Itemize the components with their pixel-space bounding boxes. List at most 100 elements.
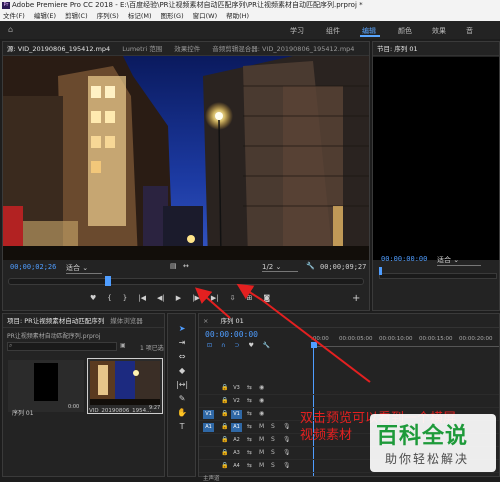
program-playhead[interactable] xyxy=(379,267,382,275)
sync-lock-icon[interactable]: ⇆ xyxy=(247,384,252,391)
tab-media-browser[interactable]: 媒体浏览器 xyxy=(110,314,143,327)
home-icon[interactable]: ⌂ xyxy=(8,25,13,34)
tab-lumetri-scopes[interactable]: Lumetri 范围 xyxy=(122,42,162,55)
track-label[interactable]: A1 xyxy=(231,423,242,432)
workspace-assembly[interactable]: 组件 xyxy=(326,26,340,36)
menu-marker[interactable]: 标记(M) xyxy=(128,11,152,21)
mark-in-icon[interactable]: { xyxy=(107,294,111,306)
go-to-in-icon[interactable]: |◀ xyxy=(138,294,146,306)
tab-program[interactable]: 节目: 序列 01 xyxy=(377,42,418,55)
program-timecode[interactable]: 00:00:00:00 xyxy=(381,255,427,263)
sync-lock-icon[interactable]: ⇆ xyxy=(247,423,252,430)
insert-icon[interactable]: ⇩ xyxy=(230,294,236,306)
program-video-frame[interactable] xyxy=(373,57,499,260)
track-row-v2[interactable]: 🔒 V2 ⇆ ◉ xyxy=(199,395,499,408)
source-timecode-in[interactable]: 00;00;02;26 xyxy=(10,263,56,271)
workspace-learn[interactable]: 学习 xyxy=(290,26,304,36)
menu-edit[interactable]: 编辑(E) xyxy=(34,11,56,21)
lock-icon[interactable]: 🔒 xyxy=(221,384,228,391)
solo-icon[interactable]: S xyxy=(271,436,275,443)
track-source-patch[interactable] xyxy=(203,436,214,445)
selection-tool-icon[interactable]: ➤ xyxy=(179,324,186,333)
track-label[interactable]: V1 xyxy=(231,410,242,419)
solo-icon[interactable]: S xyxy=(271,423,275,430)
project-item-clip[interactable]: 9:27 xyxy=(87,358,163,414)
microphone-icon[interactable]: 🎙 xyxy=(283,449,291,456)
timeline-playhead-handle[interactable] xyxy=(311,342,317,348)
ripple-edit-tool-icon[interactable]: ⇔ xyxy=(179,352,186,361)
workspace-color[interactable]: 颜色 xyxy=(398,26,412,36)
tab-sequence[interactable]: 序列 01 xyxy=(220,314,243,327)
solo-icon[interactable]: S xyxy=(271,462,275,469)
menu-window[interactable]: 窗口(W) xyxy=(193,11,218,21)
lock-icon[interactable]: 🔒 xyxy=(221,436,228,443)
solo-icon[interactable]: S xyxy=(271,449,275,456)
menu-clip[interactable]: 剪辑(C) xyxy=(65,11,88,21)
program-scrollbar[interactable] xyxy=(379,273,497,279)
wrench-icon[interactable]: 🔧 xyxy=(306,262,315,270)
eye-icon[interactable]: ◉ xyxy=(259,410,264,417)
microphone-icon[interactable]: 🎙 xyxy=(283,423,291,430)
microphone-icon[interactable]: 🎙 xyxy=(283,436,291,443)
add-marker-icon[interactable]: ♥ xyxy=(248,342,253,349)
source-fit-dropdown[interactable]: 适合 ⌄ xyxy=(66,263,102,274)
source-resolution-dropdown[interactable]: 1/2 ⌄ xyxy=(262,263,298,272)
sync-lock-icon[interactable]: ⇆ xyxy=(247,462,252,469)
timeline-ruler[interactable]: :00:00 00:00:05:00 00:00:10:00 00:00:15:… xyxy=(311,328,499,352)
mute-icon[interactable]: M xyxy=(259,449,264,456)
settings-icon[interactable]: ▤ xyxy=(170,262,177,270)
track-row-v3[interactable]: 🔒 V3 ⇆ ◉ xyxy=(199,382,499,395)
track-source-patch[interactable] xyxy=(203,397,214,406)
tab-source[interactable]: 源: VID_20190806_195412.mp4 xyxy=(7,42,110,55)
eye-icon[interactable]: ◉ xyxy=(259,397,264,404)
type-tool-icon[interactable]: T xyxy=(180,422,185,431)
track-source-patch[interactable] xyxy=(203,449,214,458)
pen-tool-icon[interactable]: ✎ xyxy=(179,394,186,403)
bin-icon[interactable]: ▣ xyxy=(120,342,126,349)
snap-icon[interactable]: ∩ xyxy=(221,342,225,349)
workspace-audio[interactable]: 音 xyxy=(466,26,473,36)
nest-icon[interactable]: ⊡ xyxy=(207,342,212,349)
source-zoom-scrollbar[interactable] xyxy=(8,278,364,285)
track-label[interactable]: V2 xyxy=(231,397,242,406)
eye-icon[interactable]: ◉ xyxy=(259,384,264,391)
tab-project[interactable]: 项目: PR让视频素材自动匹配序列 xyxy=(7,314,104,327)
step-back-icon[interactable]: ◀| xyxy=(157,294,165,306)
lock-icon[interactable]: 🔒 xyxy=(221,410,228,417)
step-forward-icon[interactable]: |▶ xyxy=(192,294,200,306)
mute-icon[interactable]: M xyxy=(259,436,264,443)
razor-tool-icon[interactable]: ◆ xyxy=(179,366,185,375)
project-item-sequence[interactable]: 0:00 xyxy=(8,360,84,412)
sync-lock-icon[interactable]: ⇆ xyxy=(247,397,252,404)
track-select-tool-icon[interactable]: ⇥ xyxy=(179,338,186,347)
menu-graphics[interactable]: 图形(G) xyxy=(161,11,184,21)
wrench-icon[interactable]: 🔧 xyxy=(263,342,270,349)
export-frame-icon[interactable]: ◙ xyxy=(263,294,270,306)
menu-file[interactable]: 文件(F) xyxy=(3,11,25,21)
tab-audio-clip-mixer[interactable]: 音频剪辑混合器: VID_20190806_195412.mp4 xyxy=(212,42,354,55)
track-source-patch[interactable]: V1 xyxy=(203,410,214,419)
track-source-patch[interactable] xyxy=(203,462,214,471)
track-label[interactable]: A2 xyxy=(231,436,242,445)
lock-icon[interactable]: 🔒 xyxy=(221,397,228,404)
sync-lock-icon[interactable]: ⇆ xyxy=(247,410,252,417)
workspace-effects[interactable]: 效果 xyxy=(432,26,446,36)
track-label[interactable]: A3 xyxy=(231,449,242,458)
slip-tool-icon[interactable]: |↔| xyxy=(176,380,188,389)
source-video-frame[interactable] xyxy=(3,56,369,260)
lock-icon[interactable]: 🔒 xyxy=(221,423,228,430)
sync-lock-icon[interactable]: ⇆ xyxy=(247,449,252,456)
project-search-input[interactable]: ⌕ xyxy=(7,342,117,351)
drag-icon[interactable]: ↔ xyxy=(183,262,189,270)
menu-sequence[interactable]: 序列(S) xyxy=(97,11,119,21)
timeline-close-icon[interactable]: × xyxy=(203,314,208,327)
lock-icon[interactable]: 🔒 xyxy=(221,449,228,456)
mute-icon[interactable]: M xyxy=(259,462,264,469)
linked-selection-icon[interactable]: ⊃ xyxy=(234,342,239,349)
overwrite-icon[interactable]: ⊞ xyxy=(246,294,252,306)
lock-icon[interactable]: 🔒 xyxy=(221,462,228,469)
hand-tool-icon[interactable]: ✋ xyxy=(177,408,187,417)
menu-help[interactable]: 帮助(H) xyxy=(226,11,249,21)
track-source-patch[interactable] xyxy=(203,384,214,393)
go-to-out-icon[interactable]: ▶| xyxy=(211,294,219,306)
